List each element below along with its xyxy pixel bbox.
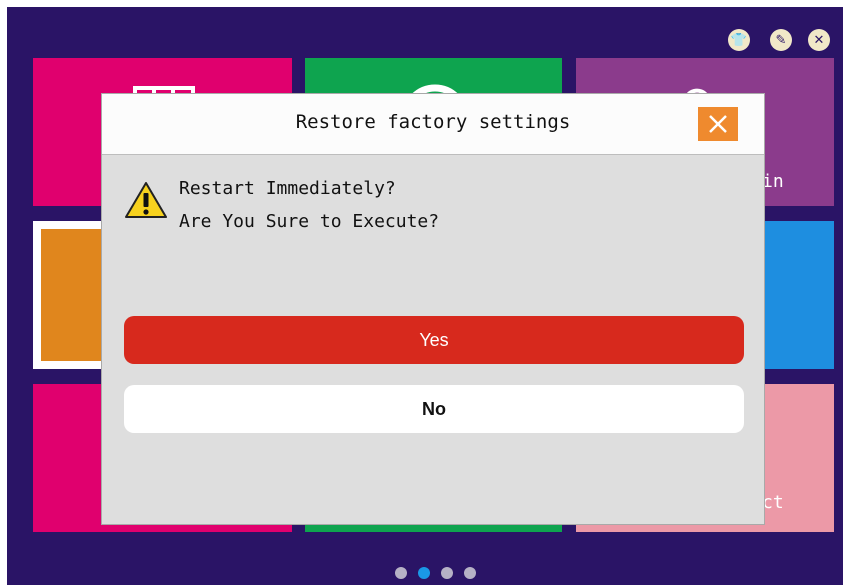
tile-label: ct xyxy=(762,492,784,513)
page-dot[interactable] xyxy=(464,567,476,579)
tile-mid-right[interactable] xyxy=(765,221,834,369)
close-button[interactable] xyxy=(698,107,738,141)
page-dot[interactable] xyxy=(395,567,407,579)
page-dot[interactable] xyxy=(441,567,453,579)
dialog-message-line2: Are You Sure to Execute? xyxy=(179,211,440,232)
dialog-message-line1: Restart Immediately? xyxy=(179,178,396,199)
dialog-title: Restore factory settings xyxy=(295,111,571,133)
page-indicator xyxy=(395,567,476,579)
warning-icon xyxy=(125,182,167,218)
close-icon xyxy=(709,115,727,133)
close-circle-icon[interactable]: ✕ xyxy=(808,29,830,51)
dialog-header: Restore factory settings xyxy=(102,94,764,155)
shirt-icon[interactable]: 👕 xyxy=(728,29,750,51)
no-button[interactable]: No xyxy=(124,385,744,433)
tile-label: in xyxy=(762,171,784,192)
page-dot-active[interactable] xyxy=(418,567,430,579)
tile-selected-fill xyxy=(41,229,105,361)
confirm-dialog: Restore factory settings Restart Immedia… xyxy=(101,93,765,525)
yes-button[interactable]: Yes xyxy=(124,316,744,364)
tile-mid-left-selected[interactable] xyxy=(33,221,105,369)
edit-icon[interactable]: ✎ xyxy=(770,29,792,51)
